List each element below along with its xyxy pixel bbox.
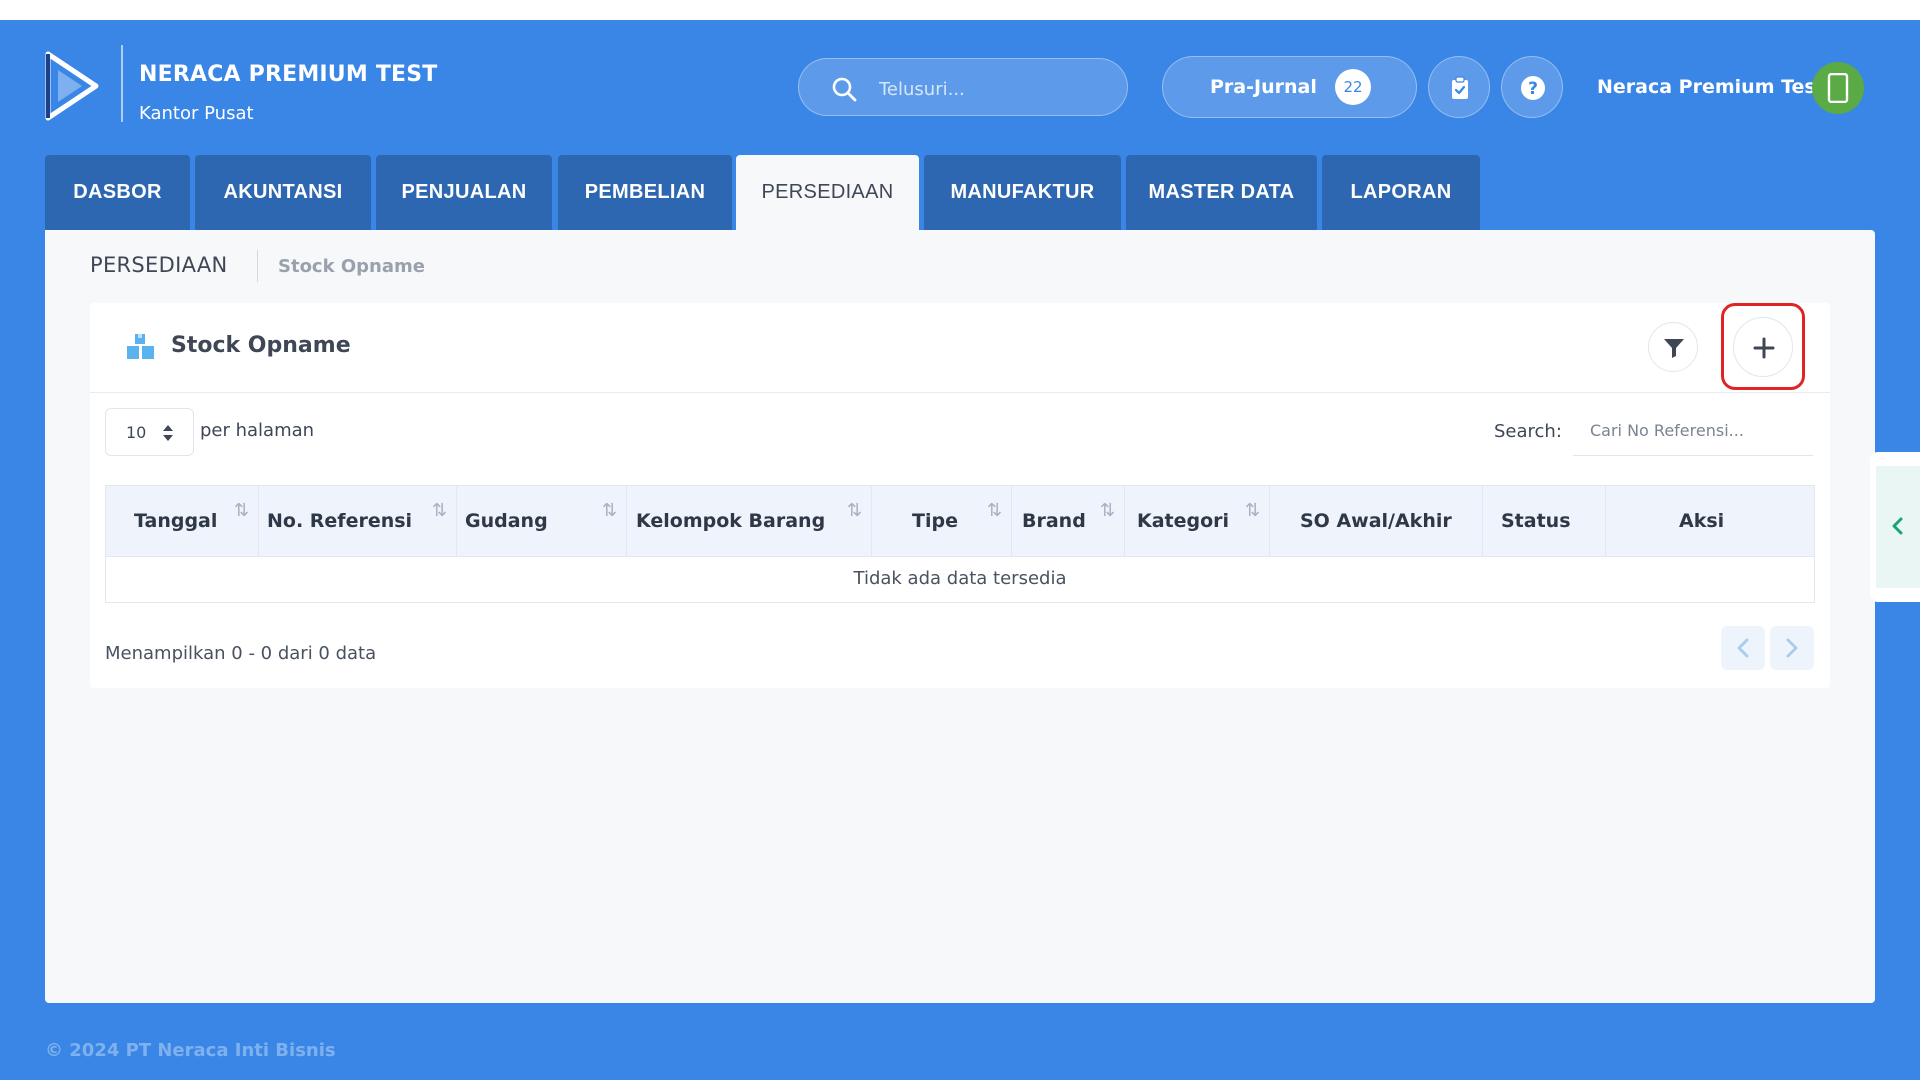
chevron-left-icon [1737, 638, 1749, 658]
pagination-info: Menampilkan 0 - 0 dari 0 data [105, 643, 377, 664]
column-header-tanggal[interactable]: Tanggal [134, 486, 217, 556]
logo-icon[interactable] [44, 50, 104, 122]
tab-persediaan[interactable]: PERSEDIAAN [736, 155, 919, 230]
column-header-brand[interactable]: Brand [1022, 486, 1086, 556]
table-search-input[interactable] [1573, 406, 1813, 456]
table-empty-row: Tidak ada data tersedia [105, 557, 1815, 603]
table-header: Tanggal ⇅ No. Referensi ⇅ Gudang ⇅ Kelom… [105, 485, 1815, 557]
breadcrumb-page: Stock Opname [278, 256, 425, 277]
column-header-tipe[interactable]: Tipe [912, 486, 958, 556]
plus-icon [1753, 337, 1775, 359]
per-page-value: 10 [126, 423, 147, 442]
column-header-aksi: Aksi [1679, 510, 1725, 532]
sort-icon[interactable]: ⇅ [987, 500, 1002, 521]
sort-icon[interactable]: ⇅ [1100, 500, 1115, 521]
chevron-right-icon [1786, 638, 1798, 658]
tab-master-data[interactable]: MASTER DATA [1126, 155, 1317, 230]
global-search[interactable] [798, 58, 1128, 116]
tab-penjualan[interactable]: PENJUALAN [376, 155, 552, 230]
tasks-button[interactable] [1428, 56, 1490, 118]
panel-title: Stock Opname [171, 333, 351, 358]
column-divider [1124, 486, 1125, 556]
prajurnal-button[interactable]: Pra-Jurnal 22 [1162, 56, 1417, 118]
column-divider [1011, 486, 1012, 556]
column-divider [626, 486, 627, 556]
column-divider [456, 486, 457, 556]
panel-header-divider [90, 392, 1830, 393]
column-header-gudang[interactable]: Gudang [465, 486, 548, 556]
column-divider [258, 486, 259, 556]
tab-dasbor[interactable]: DASBOR [45, 155, 190, 230]
side-panel-toggle[interactable] [1870, 452, 1920, 602]
table-search-label: Search: [1494, 421, 1562, 442]
column-header-status: Status [1501, 510, 1571, 532]
sort-arrows-icon [163, 425, 173, 441]
top-strip [0, 0, 1920, 20]
clipboard-check-icon [1452, 76, 1468, 99]
help-icon: ? [1521, 76, 1545, 100]
svg-text:?: ? [1528, 79, 1538, 99]
column-header-kategori[interactable]: Kategori [1137, 486, 1229, 556]
next-page-button[interactable] [1770, 626, 1814, 670]
chevron-left-icon [1892, 517, 1903, 535]
sort-icon[interactable]: ⇅ [234, 500, 249, 521]
tab-akuntansi[interactable]: AKUNTANSI [195, 155, 371, 230]
column-header-no-referensi[interactable]: No. Referensi [267, 486, 412, 556]
global-search-input[interactable] [877, 73, 1111, 105]
avatar[interactable] [1812, 62, 1864, 114]
prajurnal-label: Pra-Jurnal [1210, 76, 1317, 98]
per-page-select[interactable]: 10 [105, 408, 194, 456]
filter-button[interactable] [1648, 322, 1698, 372]
column-divider [1269, 486, 1270, 556]
column-header-kelompok-barang[interactable]: Kelompok Barang [636, 486, 825, 556]
sort-icon[interactable]: ⇅ [847, 500, 862, 521]
column-divider [1482, 486, 1483, 556]
boxes-icon [126, 333, 156, 365]
search-icon [832, 77, 857, 102]
company-name: NERACA PREMIUM TEST [139, 62, 438, 87]
column-header-so-awal-akhir: SO Awal/Akhir [1300, 510, 1452, 532]
breadcrumb-section: PERSEDIAAN [90, 253, 228, 277]
header-divider [121, 45, 123, 122]
tab-laporan[interactable]: LAPORAN [1322, 155, 1480, 230]
mobile-phone-icon [1827, 73, 1849, 103]
user-name[interactable]: Neraca Premium Test [1597, 76, 1825, 98]
sort-icon[interactable]: ⇅ [1245, 500, 1260, 521]
filter-icon [1664, 339, 1684, 358]
per-page-label: per halaman [200, 420, 315, 441]
add-button[interactable] [1733, 317, 1793, 377]
sort-icon[interactable]: ⇅ [432, 500, 447, 521]
breadcrumb-divider [257, 250, 258, 282]
tab-pembelian[interactable]: PEMBELIAN [558, 155, 732, 230]
column-divider [871, 486, 872, 556]
column-divider [1605, 486, 1606, 556]
tab-manufaktur[interactable]: MANUFAKTUR [924, 155, 1121, 230]
previous-page-button[interactable] [1721, 626, 1765, 670]
footer-copyright: © 2024 PT Neraca Inti Bisnis [45, 1040, 336, 1061]
help-button[interactable]: ? [1501, 56, 1563, 118]
prajurnal-count-badge: 22 [1335, 69, 1371, 105]
branch-name: Kantor Pusat [139, 103, 254, 124]
sort-icon[interactable]: ⇅ [602, 500, 617, 521]
